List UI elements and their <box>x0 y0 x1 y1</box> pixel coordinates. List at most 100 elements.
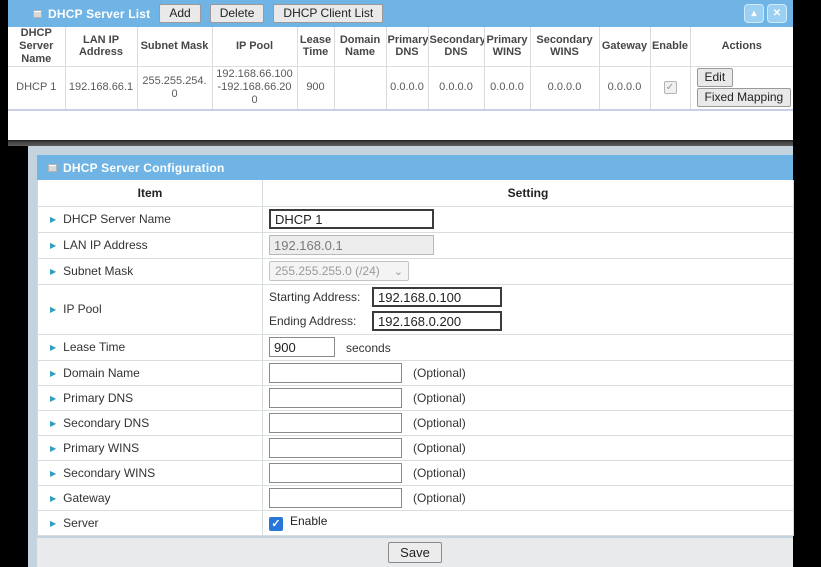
row-label: IP Pool <box>63 302 101 316</box>
secondary-wins-input[interactable] <box>269 463 402 483</box>
lan-ip-address-input <box>269 235 434 255</box>
col-primary-dns: Primary DNS <box>386 27 428 66</box>
dhcp-server-name-input[interactable] <box>269 209 434 229</box>
bullet-icon: ▶ <box>50 394 56 403</box>
row-label: Subnet Mask <box>63 264 133 278</box>
cell-dhcp-server-name: DHCP 1 <box>8 66 65 110</box>
row-secondary-dns: ▶ Secondary DNS (Optional) <box>38 410 794 435</box>
col-subnet-mask: Subnet Mask <box>137 27 212 66</box>
starting-address-label: Starting Address: <box>269 290 372 304</box>
col-actions: Actions <box>690 27 793 66</box>
subnet-mask-selected-value: 255.255.255.0 (/24) <box>275 264 380 278</box>
cell-gateway: 0.0.0.0 <box>599 66 650 110</box>
bullet-icon: ▶ <box>50 519 56 528</box>
col-gateway: Gateway <box>599 27 650 66</box>
enable-checkbox-disabled: ✓ <box>664 81 677 94</box>
ending-address-input[interactable] <box>372 311 502 331</box>
bullet-icon: ▶ <box>50 343 56 352</box>
cell-lan-ip-address: 192.168.66.1 <box>65 66 137 110</box>
row-label: Primary DNS <box>63 391 133 405</box>
dhcp-server-configuration-section: DHCP Server Configuration Item Setting ▶… <box>28 146 793 567</box>
server-enable-label: Enable <box>290 514 327 528</box>
lease-time-input[interactable] <box>269 337 335 357</box>
row-label: Secondary WINS <box>63 466 155 480</box>
optional-hint: (Optional) <box>413 366 466 380</box>
domain-name-input[interactable] <box>269 363 402 383</box>
lease-time-unit: seconds <box>346 341 391 355</box>
col-secondary-wins: Secondary WINS <box>530 27 599 66</box>
row-lan-ip-address: ▶LAN IP Address <box>38 232 794 258</box>
cell-domain-name <box>334 66 386 110</box>
row-lease-time: ▶ Lease Time seconds <box>38 334 794 360</box>
bullet-icon: ▶ <box>50 267 56 276</box>
ending-address-label: Ending Address: <box>269 314 372 328</box>
optional-hint: (Optional) <box>413 491 466 505</box>
dhcp-server-configuration-panel: DHCP Server Configuration Item Setting ▶… <box>37 155 793 536</box>
edit-button[interactable]: Edit <box>697 68 734 87</box>
dhcp-server-list-panel: DHCP Server List Add Delete DHCP Client … <box>8 0 793 146</box>
row-label: Server <box>63 516 98 530</box>
configuration-footer: Save <box>37 538 793 567</box>
row-domain-name: ▶Domain Name (Optional) <box>38 360 794 385</box>
row-gateway: ▶ Gateway (Optional) <box>38 485 794 510</box>
row-dhcp-server-name: ▶DHCP Server Name <box>38 206 794 232</box>
row-primary-dns: ▶Primary DNS (Optional) <box>38 385 794 410</box>
col-lan-ip-address: LAN IP Address <box>65 27 137 66</box>
primary-dns-input[interactable] <box>269 388 402 408</box>
table-row: DHCP 1 192.168.66.1 255.255.254.0 192.16… <box>8 66 793 110</box>
secondary-dns-input[interactable] <box>269 413 402 433</box>
gateway-input[interactable] <box>269 488 402 508</box>
bullet-icon: ▶ <box>50 215 56 224</box>
panel-square-icon <box>48 164 57 172</box>
optional-hint: (Optional) <box>413 416 466 430</box>
col-primary-wins: Primary WINS <box>484 27 530 66</box>
cell-lease-time: 900 <box>297 66 334 110</box>
row-label: LAN IP Address <box>63 238 148 252</box>
optional-hint: (Optional) <box>413 441 466 455</box>
col-lease-time: Lease Time <box>297 27 334 66</box>
save-button[interactable]: Save <box>388 542 442 563</box>
row-server: ▶ Server ✓ Enable <box>38 510 794 535</box>
bullet-icon: ▶ <box>50 305 56 314</box>
row-label: Secondary DNS <box>63 416 149 430</box>
dhcp-server-list-title: DHCP Server List <box>48 7 150 21</box>
cell-actions: Edit Fixed Mapping <box>690 66 793 110</box>
bullet-icon: ▶ <box>50 494 56 503</box>
configuration-table: Item Setting ▶DHCP Server Name ▶LAN IP A… <box>37 180 794 536</box>
row-label: Domain Name <box>63 366 140 380</box>
col-ip-pool: IP Pool <box>212 27 297 66</box>
fixed-mapping-button[interactable]: Fixed Mapping <box>697 88 792 107</box>
subnet-mask-select: 255.255.255.0 (/24) ⌄ <box>269 261 409 281</box>
chevron-down-icon: ⌄ <box>394 265 403 278</box>
add-button[interactable]: Add <box>159 4 200 23</box>
server-enable-checkbox[interactable]: ✓ <box>269 517 283 531</box>
cell-enable: ✓ <box>650 66 690 110</box>
dhcp-client-list-button[interactable]: DHCP Client List <box>273 4 383 23</box>
dhcp-server-configuration-header: DHCP Server Configuration <box>37 155 793 180</box>
row-ip-pool: ▶ IP Pool Starting Address: Ending Addres… <box>38 284 794 334</box>
cell-secondary-wins: 0.0.0.0 <box>530 66 599 110</box>
starting-address-input[interactable] <box>372 287 502 307</box>
col-secondary-dns: Secondary DNS <box>428 27 484 66</box>
row-secondary-wins: ▶Secondary WINS (Optional) <box>38 460 794 485</box>
bullet-icon: ▶ <box>50 419 56 428</box>
window-controls: ▴ ✕ <box>744 4 787 23</box>
dhcp-server-list-header: DHCP Server List Add Delete DHCP Client … <box>8 0 793 27</box>
dhcp-server-configuration-title: DHCP Server Configuration <box>63 161 224 175</box>
config-header-row: Item Setting <box>38 180 794 206</box>
collapse-icon[interactable]: ▴ <box>744 4 764 23</box>
close-icon[interactable]: ✕ <box>767 4 787 23</box>
primary-wins-input[interactable] <box>269 438 402 458</box>
item-header: Item <box>38 180 263 206</box>
row-label: Gateway <box>63 491 110 505</box>
row-label: Lease Time <box>63 340 125 354</box>
col-enable: Enable <box>650 27 690 66</box>
cell-subnet-mask: 255.255.254.0 <box>137 66 212 110</box>
cell-primary-wins: 0.0.0.0 <box>484 66 530 110</box>
bullet-icon: ▶ <box>50 444 56 453</box>
row-label: Primary WINS <box>63 441 139 455</box>
col-domain-name: Domain Name <box>334 27 386 66</box>
cell-secondary-dns: 0.0.0.0 <box>428 66 484 110</box>
delete-button[interactable]: Delete <box>210 4 265 23</box>
dhcp-server-list-table: DHCP Server Name LAN IP Address Subnet M… <box>8 27 793 111</box>
